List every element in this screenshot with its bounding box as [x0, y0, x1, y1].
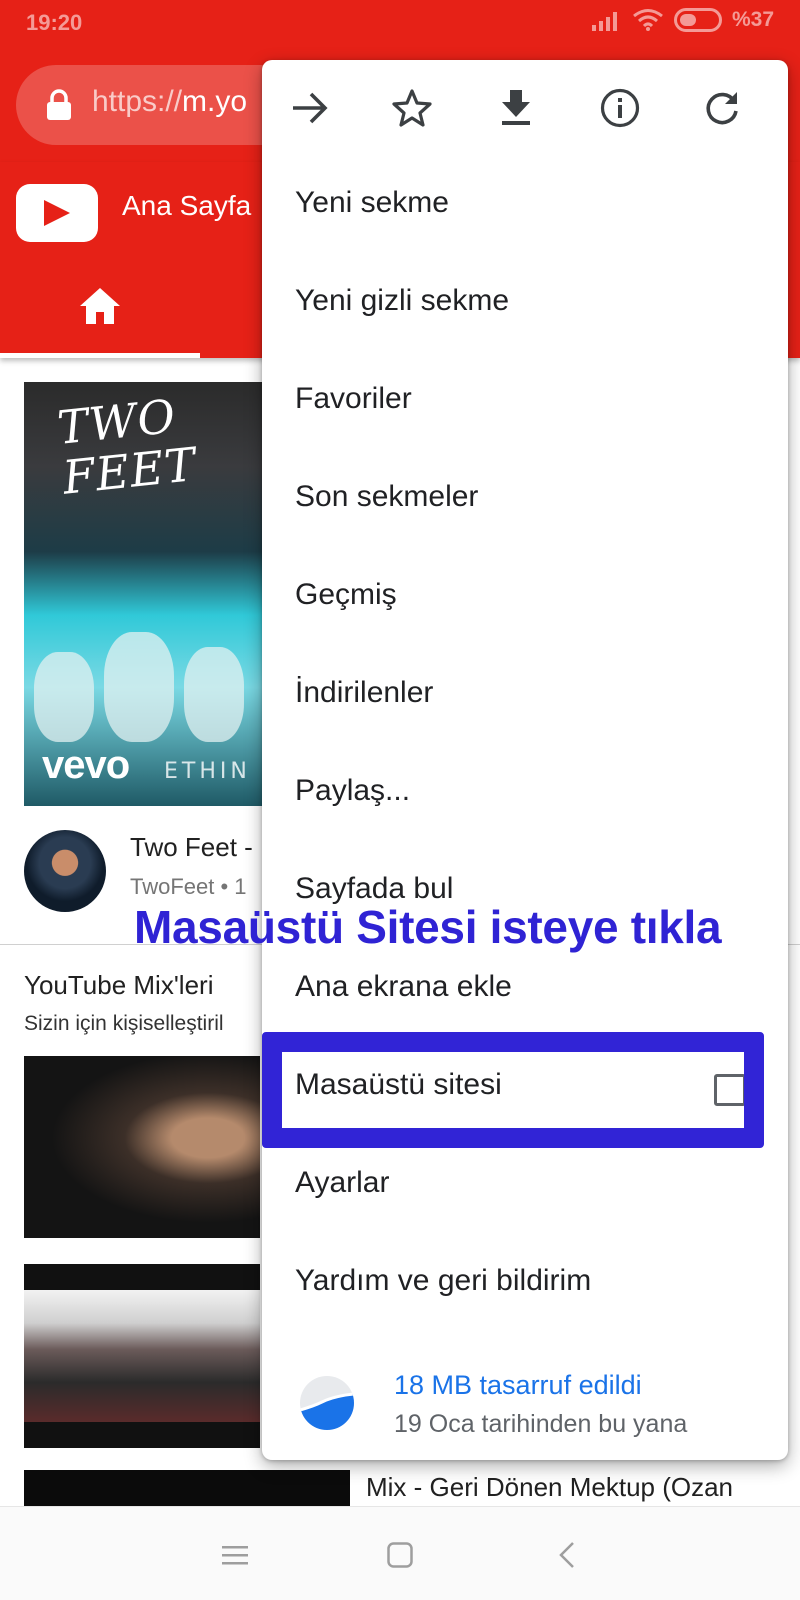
tab-home[interactable] — [0, 266, 200, 358]
data-saver-summary[interactable]: 18 MB tasarruf edildi 19 Oca tarihinden … — [262, 1350, 788, 1460]
data-saver-since: 19 Oca tarihinden bu yana — [394, 1410, 688, 1438]
video-thumbnail[interactable]: TWO FEET vevo ETHIN — [24, 382, 264, 806]
channel-avatar[interactable] — [24, 830, 106, 912]
info-icon[interactable] — [596, 84, 644, 132]
thumbnail-caption: ETHIN — [164, 759, 251, 784]
home-icon — [80, 288, 120, 324]
url-host: m.yo — [182, 85, 248, 118]
page-title: Ana Sayfa — [122, 190, 252, 221]
menu-item-label: Yardım ve geri bildirim — [295, 1264, 592, 1297]
menu-item-label: Yeni gizli sekme — [295, 284, 509, 317]
url-text[interactable]: https://m.yo — [92, 85, 247, 119]
mix-thumbnail[interactable] — [24, 1470, 350, 1510]
menu-icon-row — [262, 60, 788, 158]
browser-overflow-menu: Yeni sekme Yeni gizli sekme Favoriler So… — [262, 60, 788, 1460]
menu-item-label: Ayarlar — [295, 1166, 390, 1199]
mix-section-subtitle: Sizin için kişiselleştiril — [24, 1012, 224, 1035]
mix-title[interactable]: Mix - Geri Dönen Mektup (Ozan — [366, 1472, 733, 1503]
battery-percent: %37 — [731, 8, 774, 31]
home-button[interactable] — [376, 1531, 424, 1579]
bookmark-star-icon[interactable] — [388, 84, 436, 132]
status-time: 19:20 — [26, 10, 83, 35]
menu-item-label: Yeni sekme — [295, 186, 449, 219]
wifi-icon — [633, 9, 663, 31]
menu-item-desktop-site[interactable]: Masaüstü sitesi — [262, 1040, 788, 1136]
menu-item-recent-tabs[interactable]: Son sekmeler — [262, 452, 788, 548]
download-icon[interactable] — [492, 84, 540, 132]
vevo-logo: vevo — [42, 743, 130, 787]
menu-item-help-feedback[interactable]: Yardım ve geri bildirim — [262, 1236, 788, 1332]
video-channel: TwoFeet • 1 — [130, 874, 247, 899]
status-icons: %37 — [591, 8, 774, 32]
recents-button[interactable] — [211, 1531, 259, 1579]
menu-item-label: Favoriler — [295, 382, 412, 415]
youtube-logo-icon[interactable] — [16, 184, 98, 242]
menu-item-label: Ana ekrana ekle — [295, 970, 512, 1003]
menu-item-label: Geçmiş — [295, 578, 397, 611]
menu-icon — [222, 1546, 248, 1565]
square-icon — [387, 1542, 413, 1568]
menu-item-bookmarks[interactable]: Favoriler — [262, 354, 788, 450]
battery-icon — [673, 8, 722, 32]
mix-thumbnail[interactable] — [24, 1264, 260, 1448]
menu-item-label: Paylaş... — [295, 774, 411, 807]
menu-item-new-tab[interactable]: Yeni sekme — [262, 158, 788, 254]
back-button[interactable] — [543, 1531, 591, 1579]
menu-item-share[interactable]: Paylaş... — [262, 746, 788, 842]
menu-item-add-to-home[interactable]: Ana ekrana ekle — [262, 942, 788, 1038]
forward-icon[interactable] — [286, 84, 334, 132]
video-title[interactable]: Two Feet - — [130, 832, 253, 863]
menu-item-history[interactable]: Geçmiş — [262, 550, 788, 646]
thumbnail-art-text: TWO FEET — [54, 388, 199, 505]
status-bar: 19:20 %37 — [0, 0, 800, 50]
back-chevron-icon — [559, 1542, 574, 1568]
signal-icon — [591, 12, 617, 31]
data-saver-amount: 18 MB tasarruf edildi — [394, 1370, 642, 1400]
instruction-text: Masaüstü Sitesi isteye tıkla — [134, 901, 722, 953]
data-saver-icon — [300, 1376, 354, 1430]
system-nav-bar — [0, 1506, 800, 1600]
reload-icon[interactable] — [698, 84, 746, 132]
desktop-site-checkbox[interactable] — [714, 1074, 746, 1106]
menu-item-label: Son sekmeler — [295, 480, 479, 513]
menu-item-settings[interactable]: Ayarlar — [262, 1138, 788, 1234]
url-prefix: https:// — [92, 85, 183, 118]
lock-icon — [47, 89, 71, 120]
mix-thumbnail[interactable] — [24, 1056, 260, 1238]
menu-item-downloads[interactable]: İndirilenler — [262, 648, 788, 744]
mix-section-title: YouTube Mix'leri — [24, 970, 214, 1000]
menu-item-label: Masaüstü sitesi — [295, 1068, 502, 1101]
tab-indicator — [0, 353, 200, 358]
menu-item-new-incognito-tab[interactable]: Yeni gizli sekme — [262, 256, 788, 352]
menu-item-label: İndirilenler — [295, 676, 434, 709]
